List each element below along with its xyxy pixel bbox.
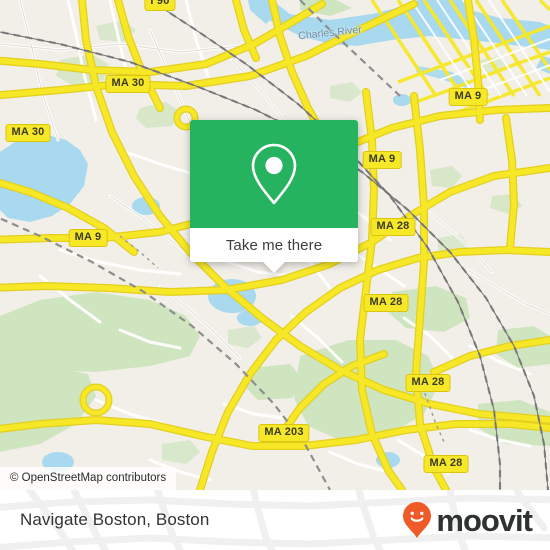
road-shield-ma28-d[interactable]: MA 28 (423, 455, 469, 473)
bottom-bar: Navigate Boston, Boston moovit (0, 490, 550, 550)
road-shield-ma203[interactable]: MA 203 (258, 424, 310, 442)
road-shield-i90[interactable]: I 90 (144, 0, 176, 11)
moovit-smiley-pin-icon (403, 502, 432, 538)
moovit-wordmark: moovit (436, 502, 533, 538)
popup-pointer-tail (263, 262, 285, 273)
road-shield-ma9-c[interactable]: MA 9 (68, 229, 108, 247)
place-title-text: Navigate Boston, Boston (20, 510, 210, 529)
map-pin-icon (251, 143, 297, 205)
osm-attribution[interactable]: © OpenStreetMap contributors (0, 467, 177, 490)
road-shield-ma9-a[interactable]: MA 9 (448, 88, 488, 106)
road-shield-ma30-b[interactable]: MA 30 (5, 124, 51, 142)
moovit-brand[interactable]: moovit (402, 490, 533, 550)
place-title: Navigate Boston, Boston (20, 490, 209, 550)
moovit-map-screen: Charles River I 90 MA 30 MA 30 MA 9 MA 9… (0, 0, 550, 550)
take-me-there-label: Take me there (225, 236, 323, 254)
road-shield-ma28-a[interactable]: MA 28 (370, 218, 416, 236)
map-popup-card[interactable]: Take me there (190, 120, 358, 273)
road-shield-ma28-b[interactable]: MA 28 (363, 294, 409, 312)
road-shield-ma28-c[interactable]: MA 28 (405, 374, 451, 392)
popup-card-header (190, 120, 358, 228)
road-shield-ma9-b[interactable]: MA 9 (362, 151, 402, 169)
map-canvas[interactable]: Charles River I 90 MA 30 MA 30 MA 9 MA 9… (0, 0, 550, 490)
road-shield-ma30-a[interactable]: MA 30 (105, 75, 151, 93)
popup-card-footer[interactable]: Take me there (190, 228, 358, 273)
